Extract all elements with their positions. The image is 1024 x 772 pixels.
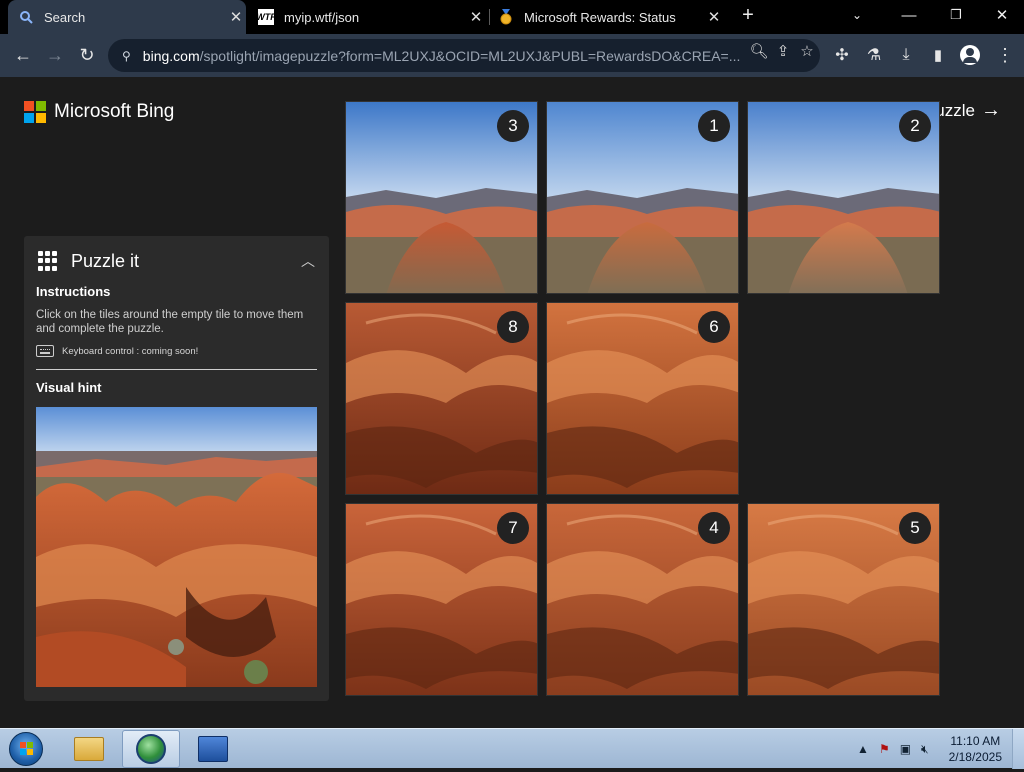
empty-tile-slot: [747, 302, 940, 495]
address-bar[interactable]: ⚲ bing.com /spotlight/imagepuzzle?form=M…: [108, 39, 820, 72]
clock-date: 2/18/2025: [948, 750, 1002, 764]
panel-title: Puzzle it: [71, 250, 140, 271]
taskbar-explorer[interactable]: [60, 730, 118, 768]
folder-icon: [74, 737, 104, 761]
show-desktop-button[interactable]: [1012, 729, 1024, 769]
windows-taskbar: ▲ ⚑ ▣ 🔇︎ 11:10 AM 2/18/2025: [0, 728, 1024, 769]
tile-number-badge: 7: [497, 512, 529, 544]
keyboard-note: Keyboard control : coming soon!: [36, 345, 198, 357]
puzzle-page: Microsoft Bing Skip puzzle → Puzzle it ︿…: [0, 77, 1024, 728]
tile-number-badge: 4: [698, 512, 730, 544]
tile-number-badge: 3: [497, 110, 529, 142]
search-icon: [18, 9, 34, 25]
tab-strip: Search ✕ WTF myip.wtf/json ✕ Microsoft R…: [0, 0, 1024, 34]
microsoft-logo-icon: [24, 101, 46, 123]
tile-number-badge: 5: [899, 512, 931, 544]
brand-name: Microsoft Bing: [54, 101, 175, 122]
tile-number-badge: 1: [698, 110, 730, 142]
side-panel-icon[interactable]: ▮: [923, 41, 953, 69]
new-tab-button[interactable]: +: [735, 0, 761, 30]
puzzle-grid-icon: [38, 251, 58, 271]
close-tab-icon[interactable]: ✕: [704, 8, 724, 26]
bing-logo[interactable]: Microsoft Bing: [24, 101, 174, 123]
url-path: /spotlight/imagepuzzle?form=ML2UXJ&OCID=…: [199, 47, 741, 64]
extensions-puzzle-icon[interactable]: ✣: [827, 41, 857, 69]
restore-icon[interactable]: ❐: [942, 0, 970, 30]
back-arrow-icon[interactable]: ←: [8, 41, 38, 69]
tile-number-badge: 8: [497, 311, 529, 343]
puzzle-tile-1[interactable]: 1: [546, 101, 739, 294]
puzzle-tile-4[interactable]: 4: [546, 503, 739, 696]
action-center-icon[interactable]: ⚑: [879, 742, 890, 756]
logo-square: [24, 113, 34, 123]
network-icon[interactable]: ▣: [900, 742, 911, 756]
visual-hint-heading: Visual hint: [36, 380, 102, 395]
zoom-icon[interactable]: 🔍︎: [748, 41, 770, 61]
logo-square: [36, 113, 46, 123]
start-button[interactable]: [4, 730, 48, 768]
windows-logo-icon: [9, 732, 43, 766]
divider: [36, 369, 317, 370]
puzzle-tile-7[interactable]: 7: [345, 503, 538, 696]
wtf-favicon: WTF: [256, 9, 276, 25]
browser-globe-icon: [136, 734, 166, 764]
minimize-icon[interactable]: —: [895, 0, 923, 30]
keyboard-icon: [36, 345, 54, 357]
forward-arrow-icon[interactable]: →: [40, 41, 70, 69]
keyboard-note-text: Keyboard control : coming soon!: [62, 345, 199, 357]
tab-title: Microsoft Rewards: Status: [524, 9, 676, 25]
taskbar-remote-desktop[interactable]: [184, 730, 242, 768]
chevron-up-icon[interactable]: ︿: [298, 251, 318, 271]
tab-separator: [489, 9, 490, 25]
volume-muted-icon[interactable]: 🔇︎: [921, 742, 929, 757]
logo-square: [24, 101, 34, 111]
download-icon[interactable]: ⤓: [891, 41, 921, 69]
arrow-right-icon: →: [980, 99, 1001, 121]
chevron-up-icon[interactable]: ▲: [857, 742, 869, 756]
tab-title: Search: [44, 9, 86, 25]
tab-title: myip.wtf/json: [284, 9, 360, 25]
profile-avatar-icon[interactable]: [955, 41, 985, 69]
tab-search[interactable]: Search ✕: [8, 0, 246, 34]
browser-toolbar: ← → ↻ ⚲ bing.com /spotlight/imagepuzzle?…: [0, 34, 1024, 77]
close-tab-icon[interactable]: ✕: [226, 8, 246, 26]
menu-kebab-icon[interactable]: ⋮: [990, 41, 1020, 69]
puzzle-tile-2[interactable]: 2: [747, 101, 940, 294]
site-info-icon[interactable]: ⚲: [122, 49, 131, 63]
close-window-icon[interactable]: ✕: [988, 0, 1016, 30]
tile-number-badge: 6: [698, 311, 730, 343]
logo-square: [36, 101, 46, 111]
system-tray: ▲ ⚑ ▣ 🔇︎ 11:10 AM 2/18/2025: [847, 729, 1024, 769]
tab-search-dropdown-icon[interactable]: ⌄: [845, 0, 869, 30]
puzzle-tile-6[interactable]: 6: [546, 302, 739, 495]
panel-header[interactable]: Puzzle it ︿: [38, 250, 318, 272]
puzzle-panel: Puzzle it ︿ Instructions Click on the ti…: [24, 236, 329, 701]
tab-myip[interactable]: WTF myip.wtf/json ✕: [252, 0, 486, 34]
puzzle-tile-8[interactable]: 8: [345, 302, 538, 495]
instructions-heading: Instructions: [36, 284, 111, 299]
bookmark-star-icon[interactable]: ☆: [796, 41, 818, 61]
labs-flask-icon[interactable]: ⚗: [859, 41, 889, 69]
taskbar-browser[interactable]: [122, 730, 180, 768]
visual-hint-image: [36, 407, 317, 687]
share-icon[interactable]: ⇪: [772, 41, 794, 61]
url-domain: bing.com: [142, 47, 200, 64]
tab-rewards[interactable]: Microsoft Rewards: Status ✕: [494, 0, 724, 34]
remote-desktop-icon: [198, 736, 228, 762]
clock[interactable]: 11:10 AM 2/18/2025: [949, 733, 1002, 765]
puzzle-tile-5[interactable]: 5: [747, 503, 940, 696]
puzzle-tile-3[interactable]: 3: [345, 101, 538, 294]
reload-icon[interactable]: ↻: [72, 41, 102, 69]
instructions-text: Click on the tiles around the empty tile…: [36, 309, 304, 335]
rewards-medal-icon: [498, 9, 514, 25]
clock-time: 11:10 AM: [950, 734, 1001, 748]
tile-number-badge: 2: [899, 110, 931, 142]
close-tab-icon[interactable]: ✕: [466, 8, 486, 26]
